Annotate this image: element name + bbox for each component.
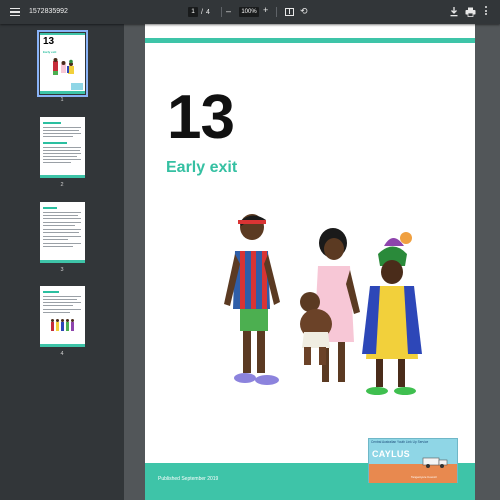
thumbnail-line: [43, 218, 81, 219]
thumbnail-logo: [71, 83, 83, 90]
total-pages: 4: [205, 8, 210, 16]
thumbnail-line: [43, 246, 73, 247]
thumbnail-label: 3: [60, 267, 64, 273]
page-accent-bar: [145, 38, 475, 43]
download-icon[interactable]: [449, 6, 459, 18]
thumbnail-line: [43, 127, 81, 128]
logo-org-name: Central Australian Youth Link Up Service: [371, 440, 429, 444]
thumbnail-line: [43, 239, 68, 240]
thumbnail-subheading: Early exit: [43, 50, 57, 54]
document-title-heading: Early exit: [166, 159, 238, 176]
thumbnail-heading: [43, 291, 59, 293]
truck-icon: [422, 457, 448, 468]
page-separator: /: [201, 8, 203, 16]
document-number: 13: [167, 83, 235, 152]
thumbnail-heading: [43, 207, 57, 209]
document-page: 13 Early exit Published September 2019 C…: [145, 24, 475, 500]
thumbnail-page-3[interactable]: [40, 202, 85, 263]
thumbnail-line: [43, 156, 77, 157]
zoom-in-button[interactable]: +: [263, 5, 268, 15]
thumbnail-illustration: [53, 58, 74, 75]
thumbnail-line: [43, 222, 81, 223]
thumbnail-label: 4: [60, 351, 64, 357]
zoom-level-input[interactable]: 100%: [239, 7, 259, 17]
toolbar-divider: [276, 7, 277, 17]
family-illustration: [224, 214, 422, 395]
pdf-toolbar: 1572835992 1 / 4 – 100% + ⟲: [0, 0, 500, 24]
thumbnail-label: 1: [60, 97, 64, 103]
print-icon[interactable]: [465, 7, 476, 17]
thumbnail-line: [43, 162, 71, 163]
toolbar-divider: [221, 7, 222, 17]
thumbnail-label: 2: [60, 182, 64, 188]
published-date: Published September 2019: [158, 476, 219, 482]
thumbnail-line: [43, 212, 81, 213]
page-number-input[interactable]: 1: [188, 7, 198, 17]
thumbnail-footer-bar: [40, 175, 85, 178]
thumbnail-line: [43, 312, 70, 313]
thumbnail-line: [43, 225, 75, 226]
more-actions-icon[interactable]: [485, 6, 487, 15]
thumbnail-accent-bar: [40, 33, 85, 35]
thumbnail-heading: 13: [43, 36, 55, 47]
logo-council-name: Tangentyere Council: [411, 475, 437, 479]
thumbnail-line: [43, 150, 80, 151]
thumbnail-line: [43, 232, 79, 233]
thumbnail-page-2[interactable]: [40, 117, 85, 178]
thumbnail-line: [43, 153, 81, 154]
document-title: 1572835992: [29, 8, 68, 15]
thumbnail-line: [43, 305, 73, 306]
thumbnail-page-1[interactable]: 13 Early exit: [37, 30, 88, 97]
thumbnail-footer-bar: [40, 344, 85, 347]
thumbnail-heading: [43, 142, 67, 144]
caylus-logo: Central Australian Youth Link Up Service…: [368, 438, 458, 483]
thumbnail-page-4[interactable]: [40, 286, 85, 347]
menu-icon[interactable]: [8, 5, 22, 19]
thumbnail-line: [43, 243, 81, 244]
thumbnail-line: [43, 229, 81, 230]
fit-to-page-icon[interactable]: [285, 8, 294, 16]
thumbnail-line: [43, 296, 81, 297]
thumbnail-line: [43, 130, 79, 131]
thumbnail-line: [43, 302, 81, 303]
thumbnail-line: [43, 147, 81, 148]
page-indicator: 1 / 4: [188, 7, 210, 17]
thumbnail-line: [43, 299, 77, 300]
thumbnail-footer-bar: [40, 260, 85, 263]
thumbnail-line: [43, 133, 81, 134]
thumbnail-line: [43, 159, 81, 160]
thumbnail-line: [43, 136, 73, 137]
thumbnail-line: [43, 215, 78, 216]
thumbnail-figures: [51, 319, 74, 331]
zoom-out-button[interactable]: –: [226, 6, 231, 16]
thumbnail-heading: [43, 122, 61, 124]
logo-wordmark: CAYLUS: [372, 449, 410, 459]
thumbnail-footer-bar: [40, 91, 85, 94]
thumbnail-line: [43, 236, 81, 237]
thumbnail-line: [43, 309, 81, 310]
rotate-icon[interactable]: ⟲: [300, 6, 308, 17]
